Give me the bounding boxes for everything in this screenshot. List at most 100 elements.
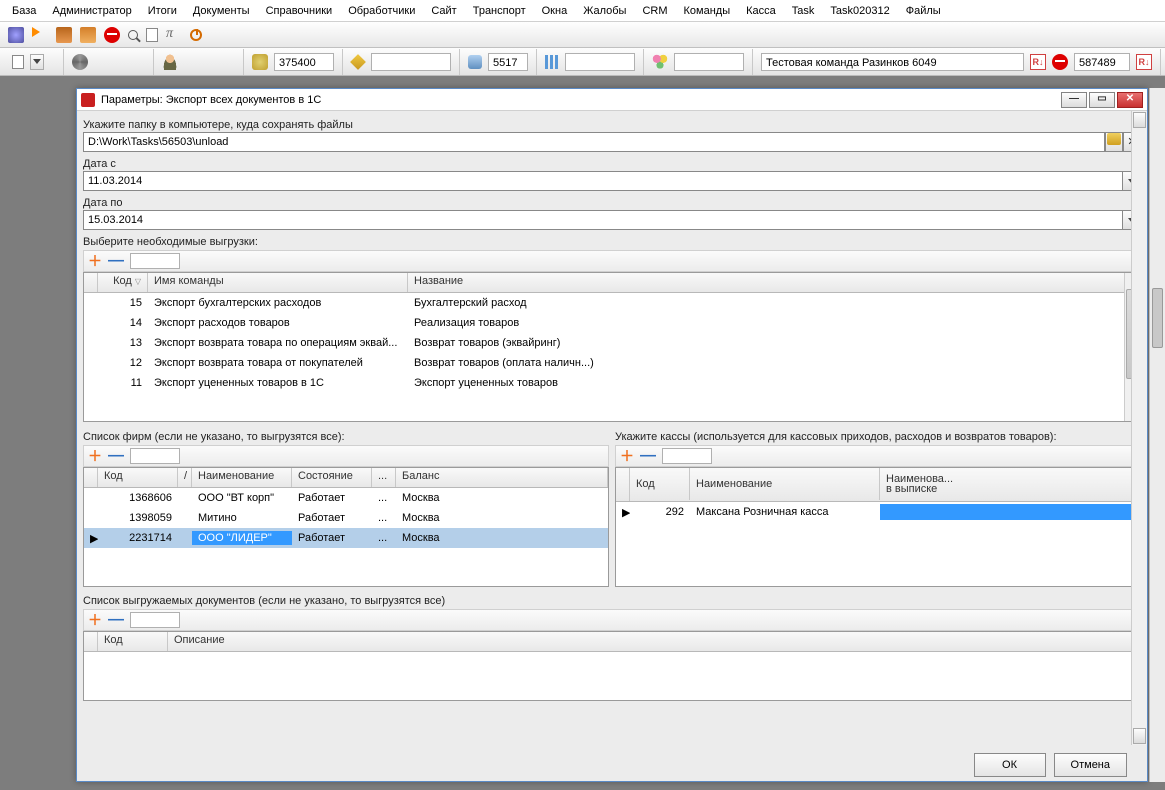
browse-folder-button[interactable] [1105,132,1123,152]
search-icon[interactable] [128,30,138,40]
col-name[interactable]: Название [408,273,1140,292]
page-icon[interactable] [12,55,24,69]
col-command[interactable]: Имя команды [148,273,408,292]
power-icon[interactable] [190,29,202,41]
menu-item[interactable]: Task020312 [822,3,897,19]
menu-item[interactable]: Администратор [44,3,139,19]
date-from-input[interactable]: 11.03.2014 [83,171,1123,191]
menu-item[interactable]: CRM [634,3,675,19]
cancel-button[interactable]: Отмена [1054,753,1127,777]
date-to-input[interactable]: 15.03.2014 [83,210,1123,230]
menu-item[interactable]: Файлы [898,3,949,19]
kassa-grid[interactable]: Код Наименование Наименова...в выписке ▶… [615,467,1141,587]
menu-item[interactable]: Обработчики [340,3,423,19]
no-entry-icon[interactable] [1052,54,1068,70]
ok-button[interactable]: ОК [974,753,1046,777]
table-row[interactable]: 1368606ООО "ВТ корп"Работает...Москва [84,488,608,508]
menu-item[interactable]: Касса [738,3,784,19]
status-value-2[interactable]: 5517 [488,53,528,71]
status-blank-2[interactable] [565,53,635,71]
date-from-label: Дата с [83,158,1141,170]
database-icon[interactable] [468,55,482,69]
col-code[interactable]: Код [98,468,178,487]
exports-grid[interactable]: Код ▽ Имя команды Название 15Экспорт бух… [83,272,1141,422]
rt-icon[interactable]: R↓ [1030,54,1046,70]
outer-scrollbar[interactable] [1149,88,1165,782]
menu-item[interactable]: Сайт [423,3,464,19]
cube-icon[interactable] [350,54,366,70]
menu-item[interactable]: Документы [185,3,258,19]
status-team[interactable]: Тестовая команда Разинков 6049 [761,53,1024,71]
menu-item[interactable]: Окна [534,3,576,19]
col-slip[interactable]: Наименова...в выписке [880,468,1140,500]
menu-item[interactable]: База [4,3,44,19]
folder-input[interactable]: D:\Work\Tasks\56503\unload [83,132,1105,152]
rt-icon[interactable]: R↓ [1136,54,1152,70]
remove-icon[interactable]: — [108,615,124,625]
col-state[interactable]: Состояние [292,468,372,487]
books-icon[interactable] [80,27,96,43]
add-icon[interactable]: ＋ [88,251,102,271]
menu-item[interactable]: Транспорт [465,3,534,19]
chart-icon[interactable] [545,55,559,69]
no-entry-icon[interactable] [104,27,120,43]
shield-icon[interactable] [8,27,24,43]
remove-icon[interactable]: — [108,256,124,266]
status-blank-3[interactable] [674,53,744,71]
minimize-button[interactable]: — [1061,92,1087,108]
add-icon[interactable]: ＋ [620,446,634,466]
add-icon[interactable]: ＋ [88,446,102,466]
flowers-icon[interactable] [652,54,668,70]
docs-filter[interactable] [130,612,180,628]
col-code[interactable]: Код ▽ [98,273,148,292]
menu-item[interactable]: Справочники [258,3,341,19]
col-desc[interactable]: Описание [168,632,1140,651]
firms-filter[interactable] [130,448,180,464]
menu-item[interactable]: Task [784,3,823,19]
book-icon[interactable] [56,27,72,43]
gear-icon[interactable] [72,54,88,70]
globe-icon[interactable] [252,54,268,70]
col-dots[interactable]: ... [372,468,396,487]
remove-icon[interactable]: — [108,451,124,461]
table-row[interactable]: 11Экспорт уцененных товаров в 1СЭкспорт … [84,373,1140,393]
docs-toolbar: ＋ — [83,609,1141,631]
user-icon[interactable] [162,54,178,70]
col-name[interactable]: Наименование [192,468,292,487]
table-row[interactable]: 12Экспорт возврата товара от покупателей… [84,353,1140,373]
add-icon[interactable]: ＋ [88,610,102,630]
close-button[interactable]: ✕ [1117,92,1143,108]
table-row[interactable]: 13Экспорт возврата товара по операциям э… [84,333,1140,353]
docs-grid[interactable]: Код Описание [83,631,1141,701]
status-value-3[interactable]: 587489 [1074,53,1130,71]
menu-item[interactable]: Команды [676,3,739,19]
status-value-1[interactable]: 375400 [274,53,334,71]
firms-grid[interactable]: Код / Наименование Состояние ... Баланс … [83,467,609,587]
kassa-filter[interactable] [662,448,712,464]
col-code[interactable]: Код [630,468,690,500]
dialog-titlebar[interactable]: Параметры: Экспорт всех документов в 1С … [77,89,1147,111]
document-icon[interactable] [146,28,158,42]
table-row[interactable]: ▶292Максана Розничная касса [616,502,1140,522]
menu-item[interactable]: Итоги [140,3,185,19]
table-row-selected[interactable]: ▶2231714ООО "ЛИДЕР"Работает...Москва [84,528,608,548]
status-blank-1[interactable] [371,53,451,71]
col-balance[interactable]: Баланс [396,468,608,487]
kassa-label: Укажите кассы (используется для кассовых… [615,431,1141,443]
status-toolbar: 375400 5517 Тестовая команда Разинков 60… [0,48,1165,76]
remove-icon[interactable]: — [640,451,656,461]
table-row[interactable]: 15Экспорт бухгалтерских расходовБухгалте… [84,293,1140,313]
dialog-scrollbar[interactable] [1131,111,1147,745]
table-row[interactable]: 1398059МитиноРаботает...Москва [84,508,608,528]
col-code[interactable]: Код [98,632,168,651]
pi-icon[interactable]: π [166,27,182,43]
exports-filter[interactable] [130,253,180,269]
table-row[interactable]: 14Экспорт расходов товаровРеализация тов… [84,313,1140,333]
dropdown-icon[interactable] [30,54,44,70]
menu-item[interactable]: Жалобы [575,3,634,19]
date-to-label: Дата по [83,197,1141,209]
col-sort[interactable]: / [178,468,192,487]
col-name[interactable]: Наименование [690,468,880,500]
maximize-button[interactable]: ▭ [1089,92,1115,108]
main-menubar[interactable]: База Администратор Итоги Документы Справ… [0,0,1165,22]
